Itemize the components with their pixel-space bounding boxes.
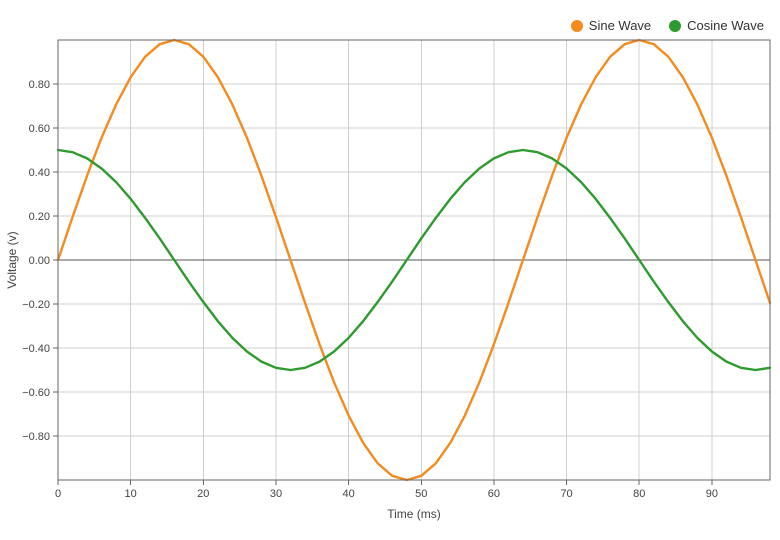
svg-text:40: 40 — [342, 488, 354, 500]
y-axis-ticks: −0.80 −0.60 −0.40 −0.20 0.00 0.20 0.40 0.60 0.80 — [22, 79, 58, 443]
svg-text:0.80: 0.80 — [29, 79, 50, 91]
svg-text:90: 90 — [706, 488, 718, 500]
chart-svg: 0 10 20 30 40 50 60 70 80 90 −0.80 −0.60 −0.40 −0.20 0… — [0, 0, 780, 540]
x-axis-label: Time (ms) — [387, 507, 441, 521]
svg-text:0: 0 — [55, 488, 61, 500]
x-axis-ticks: 0 10 20 30 40 50 60 70 80 90 — [55, 480, 718, 500]
svg-text:60: 60 — [488, 488, 500, 500]
svg-text:30: 30 — [270, 488, 282, 500]
svg-text:0.40: 0.40 — [29, 167, 50, 179]
svg-text:0.00: 0.00 — [29, 255, 50, 267]
chart-container: Sine Wave Cosine Wave 010203040506070809… — [0, 0, 780, 540]
svg-text:50: 50 — [415, 488, 427, 500]
svg-text:0.20: 0.20 — [29, 211, 50, 223]
svg-text:10: 10 — [125, 488, 137, 500]
y-axis-label: Voltage (v) — [5, 231, 19, 288]
svg-text:70: 70 — [560, 488, 572, 500]
svg-text:20: 20 — [197, 488, 209, 500]
svg-text:−0.20: −0.20 — [22, 299, 50, 311]
svg-text:0.60: 0.60 — [29, 123, 50, 135]
svg-text:80: 80 — [633, 488, 645, 500]
svg-text:−0.60: −0.60 — [22, 387, 50, 399]
svg-text:−0.40: −0.40 — [22, 343, 50, 355]
svg-text:−0.80: −0.80 — [22, 431, 50, 443]
